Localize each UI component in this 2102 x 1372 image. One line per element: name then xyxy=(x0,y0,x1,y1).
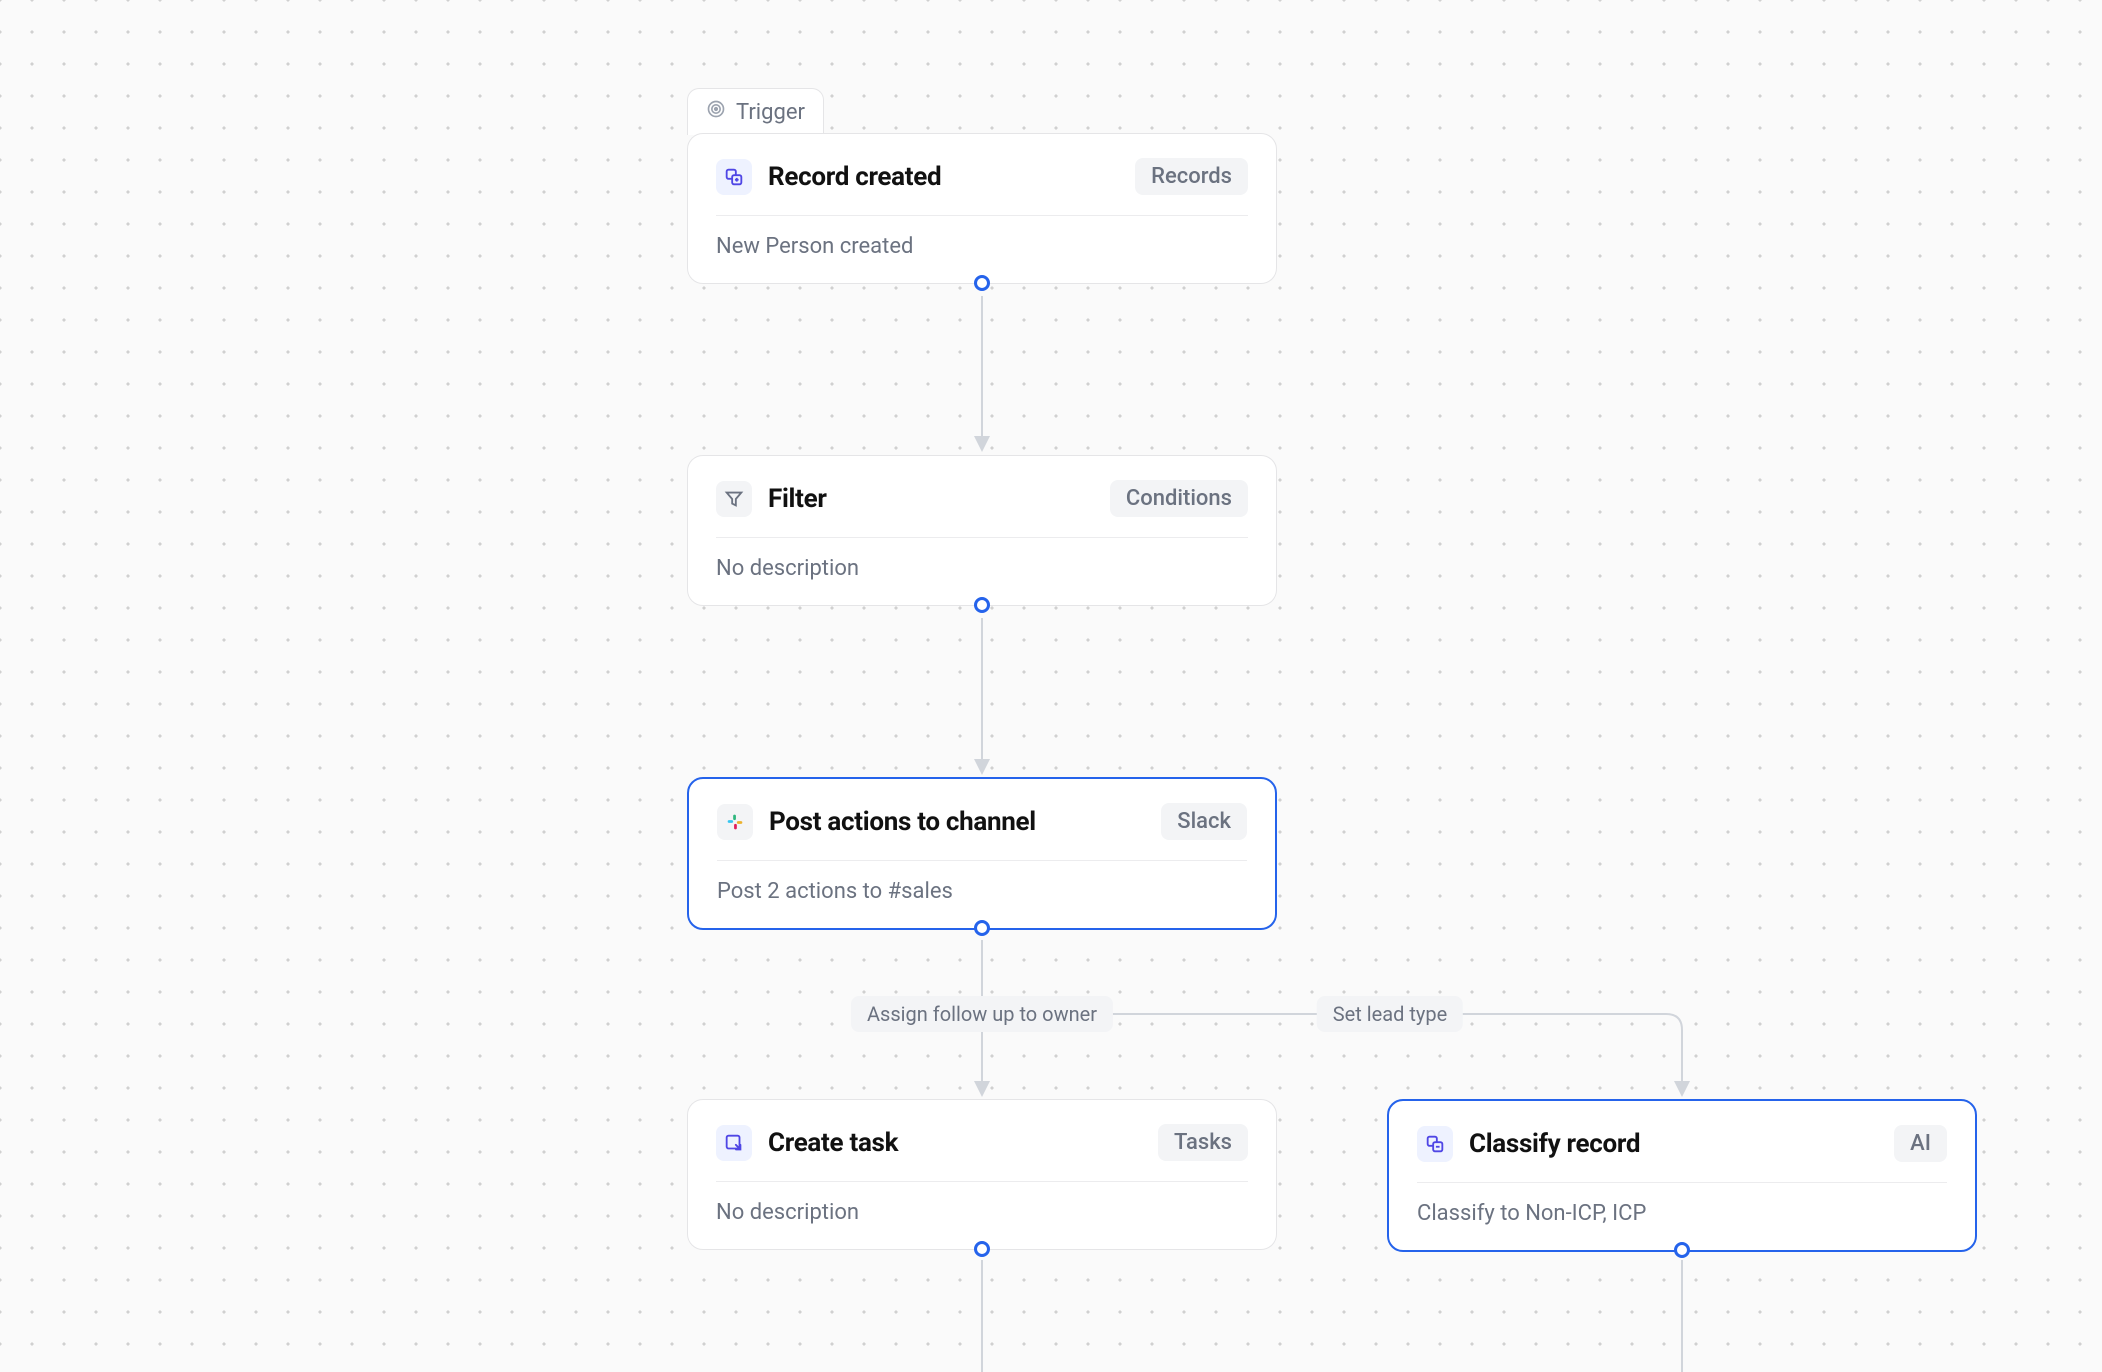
node-description: New Person created xyxy=(716,216,1248,259)
node-classify[interactable]: Classify record AI Classify to Non-ICP, … xyxy=(1387,1099,1977,1252)
node-badge: Records xyxy=(1135,158,1248,195)
trigger-tab-label: Trigger xyxy=(736,100,805,125)
node-badge: Conditions xyxy=(1110,480,1248,517)
workflow-canvas[interactable]: Trigger Record created Records New Perso… xyxy=(0,0,2102,1372)
node-description: Classify to Non-ICP, ICP xyxy=(1417,1183,1947,1226)
output-port[interactable] xyxy=(974,597,990,613)
node-title: Post actions to channel xyxy=(769,807,1036,837)
node-description: No description xyxy=(716,1182,1248,1225)
node-description: No description xyxy=(716,538,1248,581)
edge-label-set-lead-type[interactable]: Set lead type xyxy=(1317,996,1463,1032)
node-badge: Slack xyxy=(1161,803,1247,840)
node-badge: AI xyxy=(1894,1125,1947,1162)
trigger-tab: Trigger xyxy=(687,88,824,135)
record-add-icon xyxy=(716,159,752,195)
task-icon xyxy=(716,1125,752,1161)
node-slack[interactable]: Post actions to channel Slack Post 2 act… xyxy=(687,777,1277,930)
node-title: Classify record xyxy=(1469,1129,1640,1159)
node-title: Filter xyxy=(768,484,827,514)
node-trigger[interactable]: Record created Records New Person create… xyxy=(687,133,1277,284)
output-port[interactable] xyxy=(974,275,990,291)
filter-icon xyxy=(716,481,752,517)
output-port[interactable] xyxy=(974,1241,990,1257)
node-title: Record created xyxy=(768,162,941,192)
node-create-task[interactable]: Create task Tasks No description xyxy=(687,1099,1277,1250)
node-title: Create task xyxy=(768,1128,898,1158)
slack-icon xyxy=(717,804,753,840)
node-filter[interactable]: Filter Conditions No description xyxy=(687,455,1277,606)
classify-icon xyxy=(1417,1126,1453,1162)
edge-label-assign-followup[interactable]: Assign follow up to owner xyxy=(851,996,1113,1032)
target-icon xyxy=(706,99,726,125)
node-description: Post 2 actions to #sales xyxy=(717,861,1247,904)
output-port[interactable] xyxy=(974,920,990,936)
node-badge: Tasks xyxy=(1158,1124,1248,1161)
output-port[interactable] xyxy=(1674,1242,1690,1258)
